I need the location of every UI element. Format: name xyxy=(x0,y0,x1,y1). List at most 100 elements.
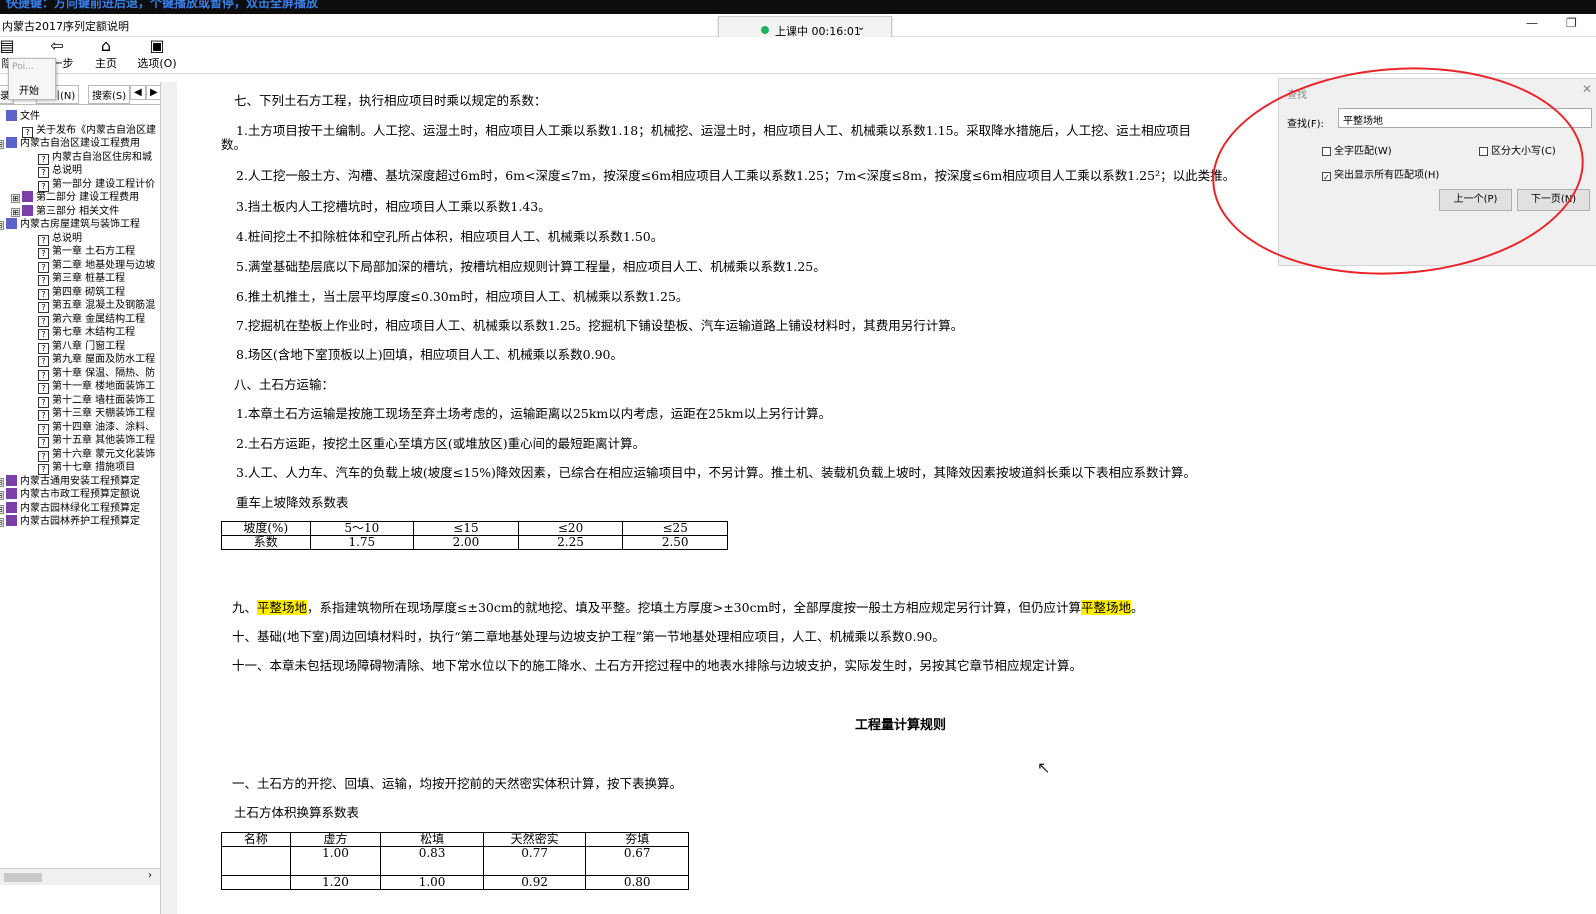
tree-item[interactable]: ⊞ 内蒙古通用安装工程预算定 xyxy=(0,474,140,488)
minimize-button[interactable]: — xyxy=(1526,16,1538,30)
tree-item-label: 内蒙古自治区住房和城 xyxy=(52,151,152,163)
table-row: 1.00 0.83 0.77 0.67 xyxy=(221,846,689,876)
tree-item[interactable]: ? 第十二章 墙柱面装饰工 xyxy=(38,394,156,408)
help-page-icon: ? xyxy=(38,437,49,448)
tree-item[interactable]: ? 第十五章 其他装饰工程 xyxy=(38,434,156,448)
tree-item[interactable]: ? 第四章 砌筑工程 xyxy=(38,286,125,300)
tree-item-label: 第八章 门窗工程 xyxy=(52,340,126,352)
expand-icon[interactable]: ⊞ xyxy=(0,504,4,514)
options-button[interactable]: ▣ 选项(O) xyxy=(132,37,182,71)
tree-item-label: 内蒙古园林养护工程预算定 xyxy=(20,516,140,527)
tree-item[interactable]: ? 总说明 xyxy=(38,232,82,246)
tree-item-label: 第十五章 其他装饰工程 xyxy=(52,435,156,446)
expand-icon[interactable]: ⊞ xyxy=(0,491,4,500)
pane-divider[interactable] xyxy=(160,82,178,914)
tree-item-label: 第五章 混凝土及钢筋混 xyxy=(52,300,156,311)
book-icon xyxy=(6,474,17,486)
tree-item[interactable]: ? 第六章 金属结构工程 xyxy=(38,313,145,327)
table-cell: 1.00 xyxy=(380,875,484,890)
help-page-icon: ? xyxy=(38,275,49,286)
tree-item[interactable]: ? 第八章 门窗工程 xyxy=(38,340,126,354)
tree-item[interactable]: ? 第九章 屋面及防水工程 xyxy=(38,353,156,367)
help-page-icon: ? xyxy=(38,153,49,165)
section-heading: 七、下列土石方工程，执行相应项目时乘以规定的系数： xyxy=(234,93,547,108)
book-icon xyxy=(6,501,17,513)
search-highlight: 平整场地 xyxy=(257,600,308,615)
tree-item[interactable]: ? 总说明 xyxy=(38,164,82,178)
paragraph: 1.土方项目按干土编制。人工挖、运湿土时，相应项目人工乘以系数1.18；机械挖、… xyxy=(236,123,1192,138)
tree-item-label: 第九章 屋面及防水工程 xyxy=(52,354,156,365)
chevron-down-icon[interactable]: ⌄ xyxy=(857,22,865,33)
tree-item[interactable]: ? 第三章 桩基工程 xyxy=(38,272,126,286)
table-cell: 1.75 xyxy=(309,535,415,550)
paragraph: 十一、本章未包括现场障碍物清除、地下常水位以下的施工降水、土石方开挖过程中的地表… xyxy=(232,658,1083,673)
tree-item[interactable]: ⊞ 内蒙古市政工程预算定额说 xyxy=(0,488,140,501)
expand-icon[interactable]: ⊞ xyxy=(11,194,20,203)
collapse-icon[interactable]: ⊟ xyxy=(0,140,4,149)
paragraph: 6.推土机推土，当土层平均厚度≤0.30m时，相应项目人工、机械乘以系数1.25… xyxy=(236,289,689,304)
table-cell: 天然密实 xyxy=(482,832,587,847)
table-cell: 坡度(%) xyxy=(221,521,311,536)
home-button[interactable]: ⌂ 主页 xyxy=(81,37,131,71)
tree-item[interactable]: ? 第七章 木结构工程 xyxy=(38,326,135,340)
tab-scroll-left-icon[interactable]: ◀ xyxy=(130,85,146,100)
table-cell: ≤20 xyxy=(517,521,624,536)
table-cell: 2.25 xyxy=(517,535,624,550)
tree-item-label: 第十二章 墙柱面装饰工 xyxy=(52,394,156,406)
expand-icon[interactable]: ⊞ xyxy=(0,518,4,527)
table-cell: 0.77 xyxy=(482,846,587,876)
tree-item[interactable]: 文件 xyxy=(6,110,40,123)
paragraph: 3.人工、人力车、汽车的负载上坡(坡度≤15%)降效因素，已综合在相应运输项目中… xyxy=(236,465,1196,480)
tree-item-label: 内蒙古市政工程预算定额说 xyxy=(20,489,140,500)
tree-item-label: 第三章 桩基工程 xyxy=(52,273,126,284)
tree-item-label: 内蒙古园林绿化工程预算定 xyxy=(20,502,140,514)
help-page-icon: ? xyxy=(38,288,49,300)
tree-item-label: 第二章 地基处理与边坡 xyxy=(52,259,156,271)
tree-item-label: 文件 xyxy=(20,111,40,122)
table-cell: 5～10 xyxy=(309,521,415,536)
tree-item[interactable]: ⊟ 内蒙古房屋建筑与装饰工程 xyxy=(0,218,140,231)
back-arrow-icon: ⇦ xyxy=(50,36,64,55)
tree-item[interactable]: ? 第十四章 油漆、涂料、 xyxy=(38,421,155,435)
tree-item[interactable]: ? 第十章 保温、隔热、防 xyxy=(38,367,156,381)
tree-item[interactable]: ? 第一章 土石方工程 xyxy=(38,245,135,259)
tree-item[interactable]: ⊞ 内蒙古园林养护工程预算定 xyxy=(0,515,140,528)
tab-search[interactable]: 搜索(S) xyxy=(88,85,131,104)
close-icon[interactable]: ✕ xyxy=(1582,82,1592,96)
help-page-icon: ? xyxy=(38,396,49,408)
table-cell: 系数 xyxy=(221,535,311,550)
tree-item[interactable]: ⊟ 内蒙古自治区建设工程费用 xyxy=(0,137,140,150)
expand-icon[interactable]: ⊞ xyxy=(0,477,4,487)
help-page-icon: ? xyxy=(38,369,49,381)
paragraph: 2.人工挖一般土方、沟槽、基坑深度超过6m时，6m<深度≤7m，按深度≤6m相应… xyxy=(236,168,1236,183)
tree-item[interactable]: ? 第五章 混凝土及钢筋混 xyxy=(38,299,156,313)
tree-item[interactable]: ? 内蒙古自治区住房和城 xyxy=(38,151,152,165)
contents-tree: 文件?关于发布《内蒙古自治区建⊟内蒙古自治区建设工程费用?内蒙古自治区住房和城?… xyxy=(0,110,160,880)
scrollbar-thumb[interactable] xyxy=(4,873,42,882)
tree-item-label: 第十章 保温、隔热、防 xyxy=(52,367,156,379)
table-cell: ≤15 xyxy=(413,521,519,536)
tree-item[interactable]: ? 第十一章 楼地面装饰工 xyxy=(38,380,155,394)
paragraph: 2.土石方运距，按挖土区重心至填方区(或堆放区)重心间的最短距离计算。 xyxy=(236,436,646,451)
tree-item-label: 第一部分 建设工程计价 xyxy=(52,178,156,190)
book-icon xyxy=(6,515,17,526)
tree-item[interactable]: ? 第十三章 天棚装饰工程 xyxy=(38,407,156,421)
tree-item-label: 第十三章 天棚装饰工程 xyxy=(52,408,156,419)
scroll-right-icon[interactable]: › xyxy=(148,870,152,881)
tree-item[interactable]: ? 第一部分 建设工程计价 xyxy=(38,178,156,192)
book-icon xyxy=(6,218,17,229)
tree-item[interactable]: ? 第二章 地基处理与边坡 xyxy=(38,259,156,273)
popup-start-item[interactable]: 开始 xyxy=(19,82,39,97)
tree-item[interactable]: ⊞ 第二部分 建设工程费用 xyxy=(11,191,139,204)
tree-item[interactable]: ? 第十六章 蒙元文化装饰 xyxy=(38,448,155,462)
expand-icon[interactable]: ⊞ xyxy=(11,207,20,217)
tree-item[interactable]: ? 第十七章 措施项目 xyxy=(38,461,135,475)
tree-item[interactable]: ? 关于发布《内蒙古自治区建 xyxy=(22,124,156,138)
table-cell: 夯填 xyxy=(585,832,689,847)
tree-horizontal-scrollbar[interactable]: › xyxy=(0,868,160,885)
restore-button[interactable]: ❐ xyxy=(1566,16,1577,30)
tree-item[interactable]: ⊞ 内蒙古园林绿化工程预算定 xyxy=(0,501,140,515)
collapse-icon[interactable]: ⊟ xyxy=(0,221,4,230)
table-cell: 名称 xyxy=(221,832,291,847)
tree-item[interactable]: ⊞ 第三部分 相关文件 xyxy=(11,204,119,218)
